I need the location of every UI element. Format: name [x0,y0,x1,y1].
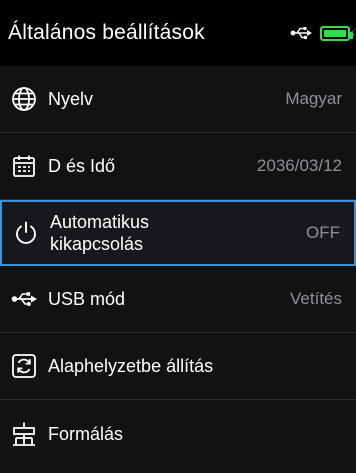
setting-label: Alaphelyzetbe állítás [48,356,214,376]
setting-row-usb-mode[interactable]: USB mód Vetítés [0,266,356,333]
setting-value: 2036/03/12 [256,156,342,175]
calendar-icon [10,152,38,180]
reset-icon [10,352,38,380]
setting-label: D és Idő [48,156,116,176]
setting-row-auto-power-off[interactable]: Automatikus kikapcsolás OFF [0,200,356,266]
battery-icon: ⚡ [320,25,356,42]
setting-row-language[interactable]: Nyelv Magyar [0,66,356,133]
settings-list: Nyelv Magyar D és Idő 2036/03/12 Automat… [0,66,356,467]
setting-value: Magyar [285,89,342,108]
battery-level [324,29,346,37]
settings-screen: Általános beállítások ⚡ Nyelv Magyar D é… [0,0,356,473]
setting-label: Formálás [48,423,124,444]
setting-value: OFF [306,223,340,242]
setting-row-date-time[interactable]: D és Idő 2036/03/12 [0,133,356,200]
format-icon [10,420,38,448]
power-icon [12,219,40,247]
setting-label: USB mód [48,289,126,309]
usb-icon [10,285,38,313]
charging-icon: ⚡ [346,26,356,42]
setting-label: Automatikus kikapcsolás [50,212,150,254]
setting-label: Nyelv [48,89,94,109]
page-title: Általános beállítások [8,21,205,44]
header-bar: Általános beállítások ⚡ [0,0,356,66]
setting-row-factory-reset[interactable]: Alaphelyzetbe állítás [0,333,356,400]
setting-row-format[interactable]: Formálás [0,400,356,467]
globe-icon [10,85,38,113]
setting-value: Vetítés [290,289,342,308]
usb-connected-icon [290,26,312,40]
status-icons: ⚡ [290,25,356,42]
